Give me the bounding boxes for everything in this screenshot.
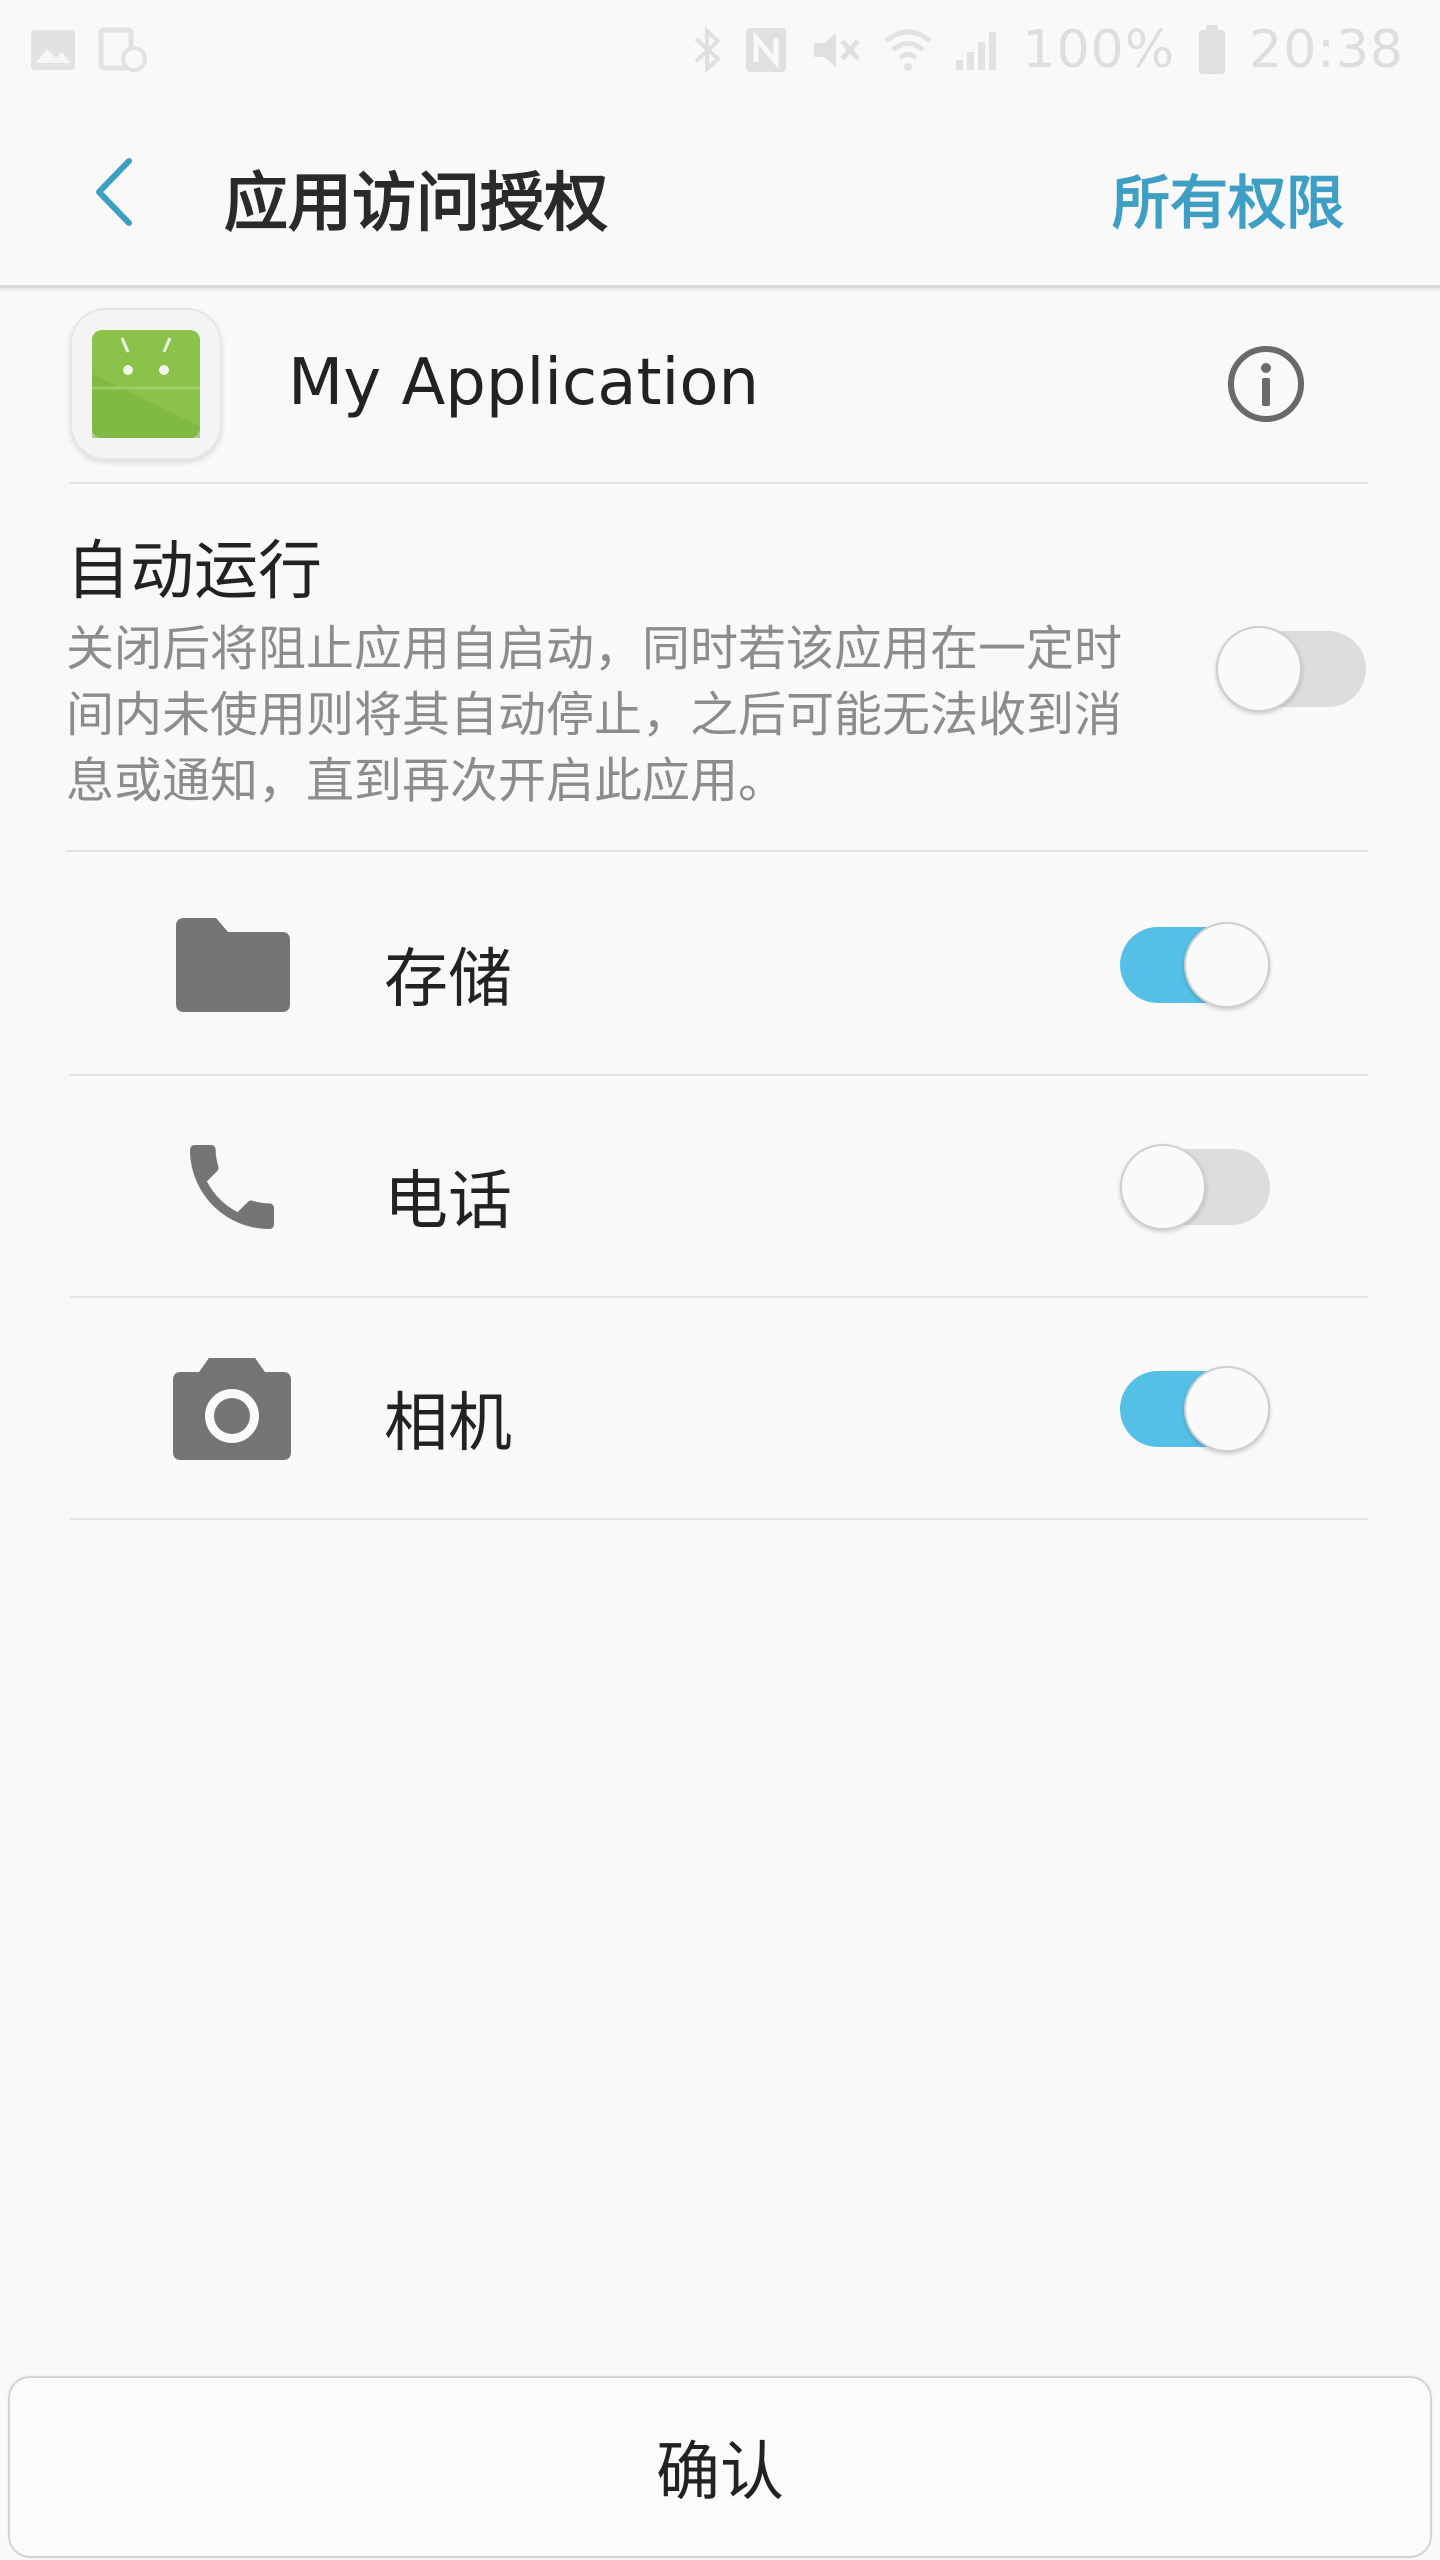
back-button[interactable] — [78, 154, 148, 234]
permission-label-phone: 电话 — [384, 1165, 512, 1239]
back-chevron-icon — [91, 157, 135, 231]
sync-icon — [98, 27, 148, 73]
permission-row-phone: 电话 — [70, 1076, 1368, 1298]
app-permission-screen: 100% 20:38 应用访问授权 所有权限 My Application 自动… — [0, 0, 1440, 2560]
camera-icon — [170, 1350, 294, 1468]
confirm-button[interactable]: 确认 — [8, 2376, 1432, 2558]
autostart-toggle[interactable] — [1216, 626, 1366, 712]
autostart-setting: 自动运行 关闭后将阻止应用自启动，同时若该应用在一定时间内未使用则将其自动停止，… — [66, 520, 1368, 852]
permission-row-storage: 存储 — [70, 854, 1368, 1076]
status-bar-left — [30, 27, 148, 73]
camera-toggle[interactable] — [1120, 1366, 1270, 1452]
phone-icon — [170, 1128, 294, 1246]
clock: 20:38 — [1249, 20, 1404, 80]
status-bar-right: 100% 20:38 — [692, 20, 1404, 80]
bluetooth-icon — [692, 25, 722, 75]
signal-icon — [954, 28, 1000, 72]
nfc-icon — [744, 26, 788, 74]
storage-toggle[interactable] — [1120, 922, 1270, 1008]
autostart-title: 自动运行 — [66, 535, 322, 609]
status-bar: 100% 20:38 — [0, 0, 1440, 100]
all-permissions-button[interactable]: 所有权限 — [1112, 156, 1344, 240]
permission-label-storage: 存储 — [384, 943, 512, 1017]
autostart-description: 关闭后将阻止应用自启动，同时若该应用在一定时间内未使用则将其自动停止，之后可能无… — [66, 621, 1123, 809]
page-title: 应用访问授权 — [224, 167, 608, 241]
toggle-knob — [1184, 1366, 1270, 1452]
android-icon — [70, 308, 222, 460]
mute-icon — [810, 27, 862, 73]
app-bar: 应用访问授权 所有权限 — [0, 100, 1440, 288]
phone-toggle[interactable] — [1120, 1144, 1270, 1230]
app-name: My Application — [288, 346, 760, 420]
toggle-knob — [1216, 626, 1302, 712]
app-header: My Application — [70, 300, 1368, 484]
toggle-knob — [1120, 1144, 1206, 1230]
toggle-knob — [1184, 922, 1270, 1008]
info-icon — [1226, 344, 1306, 428]
permission-label-camera: 相机 — [384, 1387, 512, 1461]
permission-row-camera: 相机 — [70, 1298, 1368, 1520]
app-info-button[interactable] — [1224, 344, 1308, 428]
folder-icon — [170, 906, 294, 1024]
battery-percent: 100% — [1022, 20, 1176, 80]
gallery-icon — [30, 29, 76, 71]
battery-icon — [1197, 24, 1227, 76]
wifi-icon — [884, 27, 933, 73]
